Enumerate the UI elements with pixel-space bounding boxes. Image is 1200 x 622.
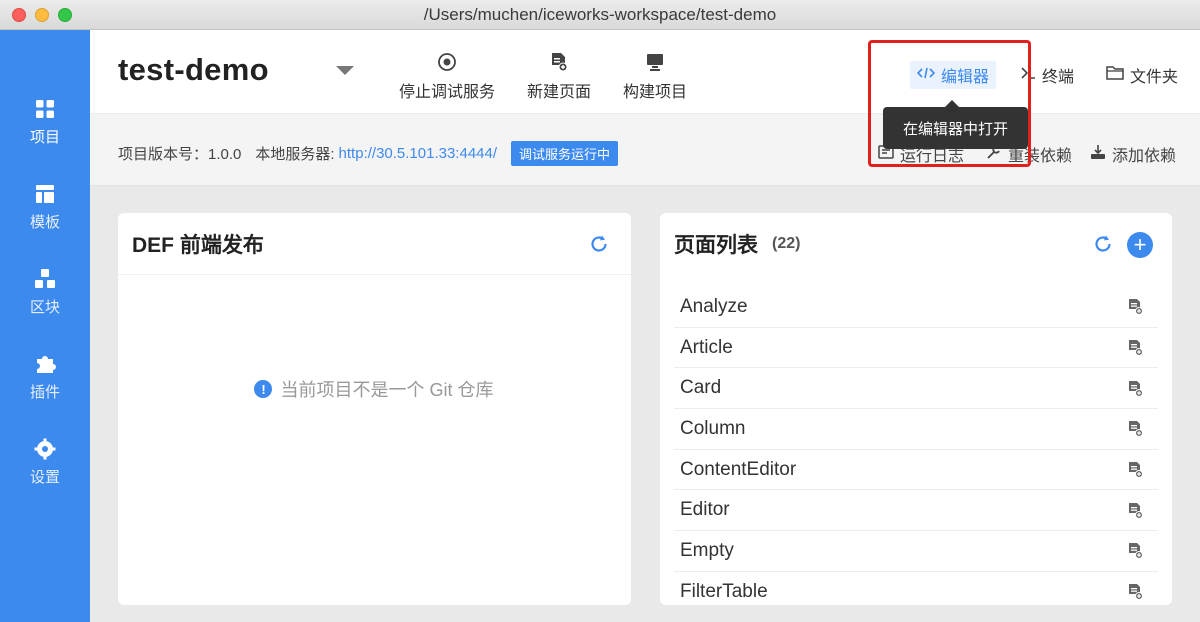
page-name: Card (680, 377, 722, 399)
stop-circle-icon (437, 50, 457, 72)
code-icon (916, 66, 936, 85)
page-list-card: 页面列表 (22) + Analyze Article Card Column … (660, 213, 1172, 605)
empty-message: 当前项目不是一个 Git 仓库 (280, 380, 494, 400)
refresh-icon[interactable] (588, 233, 610, 260)
add-dependency-button[interactable]: 添加依赖 (1090, 142, 1176, 166)
sidebar-item-label: 设置 (29, 469, 60, 486)
layout-icon (34, 183, 56, 205)
editor-tooltip: 在编辑器中打开 (883, 100, 1028, 149)
tool-label: 添加依赖 (1112, 148, 1177, 165)
sidebar-item-plugins[interactable]: 插件 (0, 353, 90, 413)
tool-label: 文件夹 (1130, 69, 1179, 86)
project-title: test-demo (118, 52, 269, 87)
page-list-item[interactable]: Column (674, 409, 1158, 450)
folder-icon (1106, 65, 1124, 85)
page-name: ContentEditor (680, 458, 797, 480)
page-list-item[interactable]: Analyze (674, 287, 1158, 328)
page-list-item[interactable]: Card (674, 368, 1158, 410)
version-text: 项目版本号：1.0.0 (118, 146, 242, 163)
tool-label: 编辑器 (941, 69, 990, 86)
page-name: Analyze (680, 295, 748, 317)
monitor-icon (645, 50, 665, 72)
info-icon: ! (254, 380, 273, 398)
sidebar-item-label: 模板 (29, 214, 60, 231)
page-list-item[interactable]: ContentEditor (674, 450, 1158, 491)
new-page-icon (550, 50, 568, 72)
sidebar-item-label: 项目 (29, 129, 60, 146)
page-add-icon[interactable] (1127, 380, 1144, 397)
page-count: (22) (772, 235, 801, 252)
card-title: 页面列表 (674, 234, 758, 257)
action-label: 停止调试服务 (399, 84, 496, 101)
page-add-icon[interactable] (1127, 339, 1144, 357)
def-publish-card: DEF 前端发布 ! 当前项目不是一个 Git 仓库 (118, 213, 631, 605)
sidebar-item-label: 插件 (29, 384, 60, 401)
window-titlebar: /Users/muchen/iceworks-workspace/test-de… (0, 0, 1200, 30)
card-header: 页面列表 (22) + (660, 213, 1172, 275)
terminal-button[interactable]: 终端 (1020, 63, 1074, 87)
server-url-link[interactable]: http://30.5.101.33:4444/ (339, 145, 497, 162)
page-list: Analyze Article Card Column ContentEdito… (674, 287, 1158, 605)
page-add-icon[interactable] (1127, 298, 1144, 316)
project-info: 项目版本号：1.0.0 本地服务器: http://30.5.101.33:44… (118, 141, 619, 166)
action-label: 构建项目 (623, 84, 688, 101)
window-controls (12, 8, 72, 22)
project-header: test-demo 停止调试服务 新建页面 构建项目 编辑器 终端 文件夹 (90, 30, 1200, 114)
puzzle-icon (34, 353, 56, 375)
gear-icon (34, 438, 56, 460)
page-add-icon[interactable] (1127, 420, 1144, 438)
sidebar: 项目 模板 区块 插件 设置 (0, 30, 90, 622)
page-add-icon[interactable] (1127, 583, 1144, 601)
refresh-icon[interactable] (1092, 233, 1114, 260)
tool-label: 终端 (1042, 69, 1075, 86)
sidebar-item-label: 区块 (29, 299, 60, 316)
card-title: DEF 前端发布 (132, 233, 264, 257)
chevron-down-icon[interactable] (336, 66, 354, 75)
page-add-icon[interactable] (1127, 542, 1144, 560)
empty-state: ! 当前项目不是一个 Git 仓库 (118, 376, 630, 402)
sidebar-item-blocks[interactable]: 区块 (0, 268, 90, 328)
status-badge: 调试服务运行中 (511, 141, 619, 166)
build-project-button[interactable]: 构建项目 (623, 50, 687, 102)
action-label: 新建页面 (527, 84, 592, 101)
stop-debug-button[interactable]: 停止调试服务 (399, 50, 495, 102)
page-list-item[interactable]: Article (674, 328, 1158, 369)
grid-icon (34, 98, 56, 120)
card-header: DEF 前端发布 (118, 213, 631, 275)
maximize-window-button[interactable] (58, 8, 72, 22)
new-page-button[interactable]: 新建页面 (527, 50, 591, 102)
minimize-window-button[interactable] (35, 8, 49, 22)
folder-button[interactable]: 文件夹 (1106, 63, 1178, 87)
blocks-icon (34, 268, 56, 290)
download-icon (1090, 144, 1106, 165)
sidebar-item-settings[interactable]: 设置 (0, 438, 90, 498)
page-list-item[interactable]: Empty (674, 531, 1158, 572)
page-list-item[interactable]: FilterTable (674, 572, 1158, 605)
close-window-button[interactable] (12, 8, 26, 22)
page-add-icon[interactable] (1127, 461, 1144, 479)
page-name: Column (680, 417, 746, 439)
terminal-icon (1020, 66, 1036, 85)
page-list-item[interactable]: Editor (674, 490, 1158, 532)
editor-button[interactable]: 编辑器 (910, 61, 997, 89)
sidebar-item-project[interactable]: 项目 (0, 98, 90, 158)
add-page-button[interactable]: + (1127, 232, 1153, 258)
server-label: 本地服务器: (255, 146, 335, 163)
page-name: Empty (680, 539, 734, 561)
sidebar-item-templates[interactable]: 模板 (0, 183, 90, 243)
project-info-bar: 项目版本号：1.0.0 本地服务器: http://30.5.101.33:44… (90, 114, 1200, 186)
window-title: /Users/muchen/iceworks-workspace/test-de… (423, 4, 777, 24)
page-name: Article (680, 336, 733, 358)
page-add-icon[interactable] (1127, 502, 1144, 519)
page-name: Editor (680, 499, 730, 521)
page-name: FilterTable (680, 580, 768, 602)
